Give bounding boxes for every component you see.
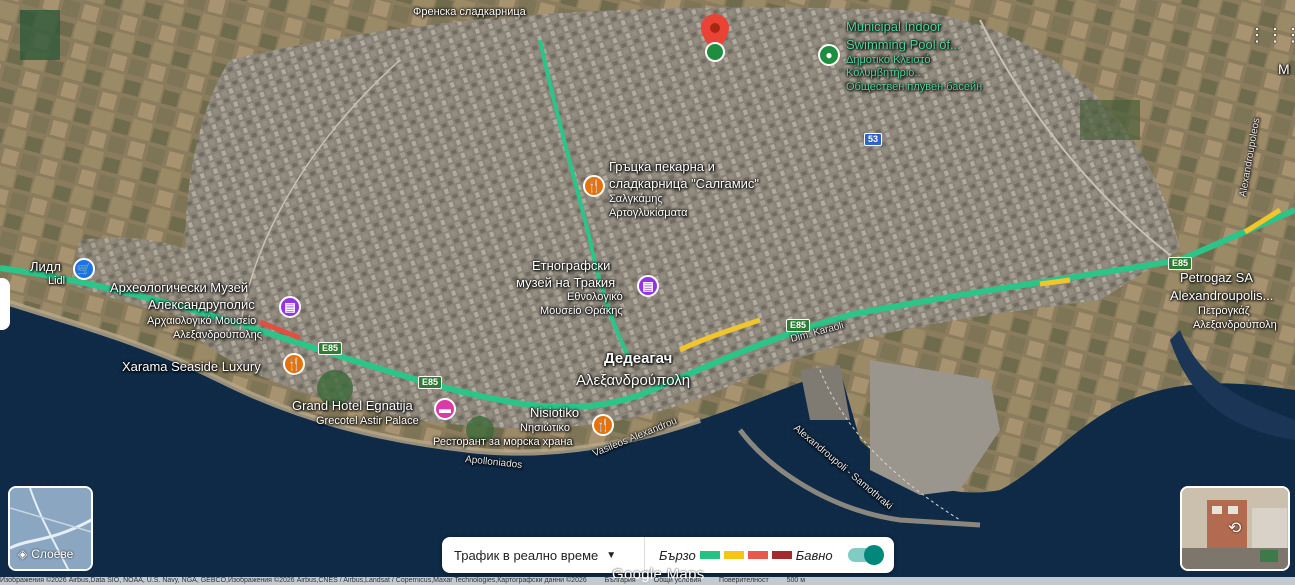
poi-arch-gr1: Αρχαιολογικό Μουσείο [147, 315, 257, 327]
museum-marker-icon-2[interactable]: ▤ [279, 296, 301, 318]
poi-museum-gr2: Μουσείο Θράκης [540, 305, 623, 317]
museum-marker-icon[interactable]: ▤ [637, 275, 659, 297]
road-shield-e85-2: E85 [418, 376, 443, 389]
side-panel-toggle[interactable] [0, 278, 10, 330]
attribution-country[interactable]: България [605, 577, 636, 584]
traffic-swatch-slow [747, 551, 768, 559]
poi-pool-en1[interactable]: Municipal Indoor [846, 19, 941, 34]
poi-petrogaz2[interactable]: Alexandroupolis... [1170, 288, 1273, 303]
city-name-gr: Αλεξανδρούπολη [576, 372, 691, 389]
layers-icon: ◈ [18, 547, 28, 561]
apps-grid-icon[interactable]: ⋮⋮⋮ [1248, 26, 1295, 44]
poi-pool-gr2: Κολυμβητήριο... [846, 67, 924, 79]
city-name-bg: Дедеагач [604, 350, 673, 367]
layers-label: Слоеве [31, 547, 74, 561]
poi-petrogaz-gr1: Πετρογκάζ [1198, 305, 1250, 317]
street-view-thumbnail[interactable]: ⟲ [1180, 486, 1290, 571]
attribution-bar: Изображения ©2026 Airbus,Data SIO, NOAA,… [0, 577, 1295, 585]
poi-arch-gr2: Αλεξανδρούπολης [173, 329, 263, 341]
poi-petrogaz1[interactable]: Petrogaz SA [1180, 270, 1253, 285]
bakery-marker-icon[interactable]: 🍴 [583, 175, 605, 197]
poi-lidl-bg[interactable]: Лидл [30, 259, 61, 274]
scale-label[interactable]: 500 м [787, 577, 805, 584]
poi-arch1[interactable]: Археологически Музей [110, 280, 248, 295]
poi-pool-gr1: Δημοτικό Κλειστό [846, 54, 931, 66]
traffic-swatch-medium [723, 551, 744, 559]
road-shield-e85-4: E85 [1168, 257, 1193, 270]
traffic-fast-label: Бързо [659, 547, 696, 563]
attribution-imagery: Изображения ©2026 Airbus,Data SIO, NOAA,… [0, 577, 587, 584]
traffic-selector-label: Трафик в реално време [454, 547, 599, 563]
layers-button[interactable]: ◈ Слоеве [8, 486, 93, 571]
restaurant-marker-icon-2[interactable]: 🍴 [592, 414, 614, 436]
traffic-swatch-fast [699, 551, 720, 559]
poi-grecotel: Grecotel Astir Palace [316, 415, 419, 427]
hotel-marker-icon[interactable]: ▬ [434, 398, 456, 420]
poi-petrogaz-gr2: Αλεξανδρούπολη [1193, 319, 1277, 331]
road-shield-e85: E85 [318, 342, 343, 355]
poi-french-pastry[interactable]: Френска сладкарница [413, 6, 526, 19]
poi-nisiotiko[interactable]: Nisiotiko [530, 405, 579, 420]
pool-marker-icon[interactable]: ● [818, 44, 840, 66]
rotate-360-icon: ⟲ [1228, 520, 1242, 537]
poi-nisiotiko-gr: Νησιώτικο [520, 422, 570, 434]
poi-arch2[interactable]: Александруполис [148, 297, 255, 312]
poi-pool-en2[interactable]: Swimming Pool of... [846, 37, 961, 52]
attribution-privacy[interactable]: Поверителност [719, 577, 769, 584]
road-shield-e85-3: E85 [786, 319, 811, 332]
attribution-terms[interactable]: Общи условия [654, 577, 701, 584]
poi-bakery1[interactable]: Гръцка пекарна и [609, 159, 715, 174]
traffic-legend: Бързо Бавно [645, 548, 833, 563]
traffic-swatch-very-slow [771, 551, 792, 559]
traffic-toggle[interactable] [848, 545, 884, 565]
road-shield-53: 53 [864, 133, 883, 146]
poi-grand-hotel[interactable]: Grand Hotel Egnatija [292, 398, 413, 413]
poi-museum1[interactable]: Етнографски [532, 258, 610, 273]
poi-pool-bg: Обществен плувен басейн [846, 81, 983, 93]
park-marker-icon[interactable] [705, 42, 725, 62]
poi-bakery2[interactable]: сладкарница "Салгамис" [609, 176, 759, 191]
poi-seafood-bg: Ресторант за морска храна [433, 436, 573, 448]
poi-xarama[interactable]: Xarama Seaside Luxury [122, 359, 261, 374]
restaurant-marker-icon[interactable]: 🍴 [283, 353, 305, 375]
traffic-slow-label: Бавно [795, 547, 833, 563]
edge-label: M [1278, 61, 1290, 77]
poi-bakery-gr1: Σαλγκάμης [609, 193, 663, 205]
poi-lidl-lat: Lidl [48, 275, 66, 287]
dropdown-arrow-icon: ▼ [606, 549, 617, 561]
poi-museum-gr1: Εθνολογικό [567, 291, 623, 303]
poi-museum2[interactable]: музей на Тракия [516, 275, 615, 290]
shopping-cart-icon[interactable]: 🛒 [73, 258, 95, 280]
poi-bakery-gr2: Αρτογλυκίσματα [609, 207, 688, 219]
